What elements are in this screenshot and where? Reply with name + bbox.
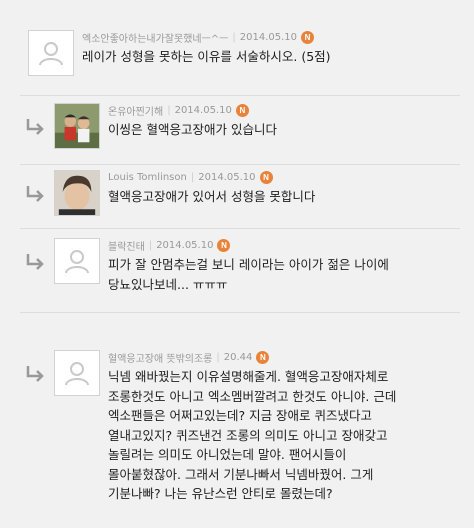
comment-text-line: 피가 잘 안멈추는걸 보니 레이라는 아이가 젊은 나이에 [108,257,389,272]
comment-item: 엑소안좋아하는내가잘못했네ㅡ^ㅡ | 2014.05.10 N 레이가 성형을 … [20,30,460,76]
comment-author[interactable]: 엑소안좋아하는내가잘못했네ㅡ^ㅡ [82,30,228,45]
comment-author[interactable]: 블락진태 [108,238,145,253]
comment-body: 블락진태 | 2014.05.10 N 피가 잘 안멈추는걸 보니 레이라는 아… [100,238,460,295]
reply-item: 혈액응고장애 뜻밖의조롱 | 20.44 N 닉넴 왜바꿨는지 이유설명해줄게.… [20,350,460,504]
comment-body: Louis Tomlinson | 2014.05.10 N 혈액응고장애가 있… [100,170,460,207]
default-user-icon [39,42,63,66]
comment-date: 2014.05.10 [174,104,232,116]
default-user-icon [65,250,89,274]
comment-text-line: 조롱한것도 아니고 엑소멤버깔려고 한것도 아니야. 근데 [108,388,397,404]
comment-meta: Louis Tomlinson | 2014.05.10 N [108,170,460,184]
comment-body: 온유아찐기해 | 2014.05.10 N 이씽은 혈액응고장애가 있습니다 [100,103,460,140]
avatar[interactable] [54,238,100,284]
reply-item: Louis Tomlinson | 2014.05.10 N 혈액응고장애가 있… [20,170,460,216]
comment-text-line: 당뇨있나보네... ㅠㅠㅠ [108,277,228,292]
reply-item: 온유아찐기해 | 2014.05.10 N 이씽은 혈액응고장애가 있습니다 [20,103,460,149]
comment-author[interactable]: Louis Tomlinson [108,172,187,183]
meta-separator: | [190,171,195,183]
new-badge: N [235,103,249,117]
divider [20,95,460,96]
comment-text: 혈액응고장애가 있어서 성형을 못합니다 [108,189,316,204]
photo-avatar [55,104,99,148]
divider [20,228,460,229]
photo-avatar [55,171,99,215]
comment-body: 엑소안좋아하는내가잘못했네ㅡ^ㅡ | 2014.05.10 N 레이가 성형을 … [74,30,460,67]
avatar[interactable] [54,103,100,149]
avatar[interactable] [54,350,100,396]
reply-arrow-icon [20,238,54,272]
comment-date: 2014.05.10 [239,31,298,43]
comment-meta: 블락진태 | 2014.05.10 N [108,238,460,253]
comment-text-line: 놀릴려는 의미도 아니었는데 말야. 팬어시들이 [108,447,347,462]
comment-text-line: 기분나빠? 나는 유난스런 안티로 몰렸는데? [108,486,333,501]
comment-meta: 온유아찐기해 | 2014.05.10 N [108,103,460,118]
new-badge: N [301,30,315,44]
new-badge: N [256,350,270,364]
reply-arrow-icon [20,350,54,384]
comment-date: 2014.05.10 [198,171,256,183]
comment-meta: 혈액응고장애 뜻밖의조롱 | 20.44 N [108,350,460,365]
comment-text: 피가 잘 안멈추는걸 보니 레이라는 아이가 젊은 나이에 당뇨있나보네... … [108,255,460,295]
comment-text: 이씽은 혈액응고장애가 있습니다 [108,122,277,137]
comment-text-line: 몰아붙혔잖아. 그래서 기분나빠서 닉넴바꿨어. 그게 [108,466,374,482]
new-badge: N [259,170,273,184]
comment-text-line: 닉넴 왜바꿨는지 이유설명해줄게. 혈액응고장애자체로 [108,369,389,384]
meta-separator: | [232,31,236,43]
new-badge: N [217,238,231,252]
comment-body: 혈액응고장애 뜻밖의조롱 | 20.44 N 닉넴 왜바꿨는지 이유설명해줄게.… [100,350,460,504]
meta-separator: | [216,351,220,363]
divider [20,164,460,165]
comment-date: 2014.05.10 [156,239,214,251]
comment-text-line: 엑소팬들은 어쩌고있는데? 지금 장애로 퀴즈냈다고 [108,408,373,423]
comment-text: 레이가 성형을 못하는 이유를 서술하시오. (5점) [82,49,331,64]
avatar[interactable] [28,30,74,76]
comment-author[interactable]: 혈액응고장애 뜻밖의조롱 [108,350,212,365]
avatar[interactable] [54,170,100,216]
divider [20,312,460,313]
meta-separator: | [148,239,153,251]
comment-text: 닉넴 왜바꿨는지 이유설명해줄게. 혈액응고장애자체로 조롱한것도 아니고 엑소… [108,367,460,504]
comment-meta: 엑소안좋아하는내가잘못했네ㅡ^ㅡ | 2014.05.10 N [82,30,460,45]
default-user-icon [65,362,89,386]
reply-item: 블락진태 | 2014.05.10 N 피가 잘 안멈추는걸 보니 레이라는 아… [20,238,460,295]
comment-date: 20.44 [223,351,253,363]
reply-arrow-icon [20,170,54,204]
reply-arrow-icon [20,103,54,137]
comment-text-line: 열내고있지? 퀴즈낸건 조롱의 의미도 아니고 장애갖고 [108,427,388,443]
meta-separator: | [167,104,171,116]
comment-author[interactable]: 온유아찐기해 [108,103,163,118]
